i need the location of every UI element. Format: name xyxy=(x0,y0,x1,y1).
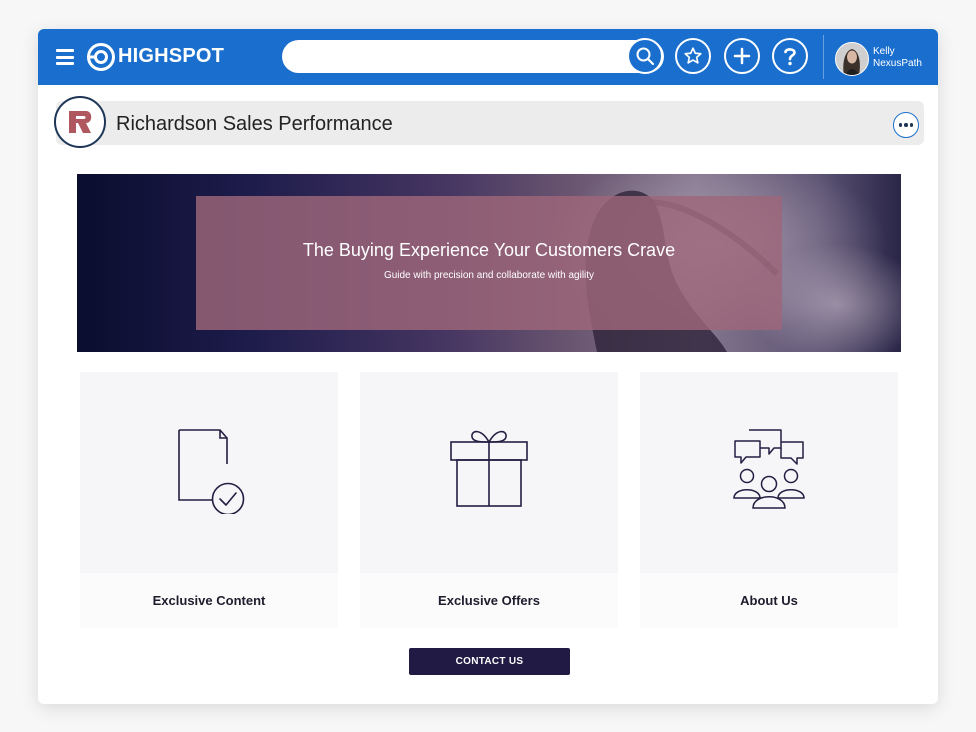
favorites-button[interactable] xyxy=(675,38,711,74)
hero-subtitle: Guide with precision and collaborate wit… xyxy=(383,269,595,281)
document-check-icon xyxy=(178,429,245,514)
question-mark-icon xyxy=(784,48,796,66)
user-avatar[interactable] xyxy=(835,42,869,76)
richardson-logo-icon xyxy=(69,111,92,133)
more-options-button[interactable] xyxy=(893,112,919,138)
page-title: Richardson Sales Performance xyxy=(116,113,393,135)
search-icon xyxy=(636,47,655,66)
topbar-divider xyxy=(823,35,824,79)
hero-title: The Buying Experience Your Customers Cra… xyxy=(302,239,676,260)
card-label: Exclusive Content xyxy=(80,573,338,628)
contact-us-button[interactable]: CONTACT US xyxy=(409,648,570,675)
app-window: HIGHSPOT Kelly NexusPath Richardson Sale… xyxy=(38,29,938,704)
hero-overlay: The Buying Experience Your Customers Cra… xyxy=(196,196,782,330)
logo-text[interactable]: HIGHSPOT xyxy=(118,45,224,68)
community-chat-icon xyxy=(733,429,805,509)
highspot-logo-icon[interactable] xyxy=(86,42,116,72)
more-options-icon xyxy=(898,123,903,127)
hero-banner: The Buying Experience Your Customers Cra… xyxy=(77,174,901,352)
star-icon xyxy=(684,47,702,64)
add-button[interactable] xyxy=(724,38,760,74)
user-last-name: NexusPath xyxy=(873,58,922,69)
card-label: Exclusive Offers xyxy=(360,573,618,628)
user-photo-icon xyxy=(836,43,868,75)
search-input[interactable] xyxy=(282,40,664,73)
brand-logo xyxy=(54,96,106,148)
search-button[interactable] xyxy=(627,38,663,74)
card-exclusive-content[interactable]: Exclusive Content xyxy=(80,372,338,628)
top-navigation-bar: HIGHSPOT Kelly NexusPath xyxy=(38,29,938,85)
card-about-us[interactable]: About Us xyxy=(640,372,898,628)
card-exclusive-offers[interactable]: Exclusive Offers xyxy=(360,372,618,628)
gift-icon xyxy=(450,430,528,507)
plus-icon xyxy=(733,47,751,65)
user-name[interactable]: Kelly NexusPath xyxy=(873,46,922,70)
user-first-name: Kelly xyxy=(873,46,895,57)
menu-icon[interactable] xyxy=(56,49,74,65)
help-button[interactable] xyxy=(772,38,808,74)
card-label: About Us xyxy=(640,573,898,628)
